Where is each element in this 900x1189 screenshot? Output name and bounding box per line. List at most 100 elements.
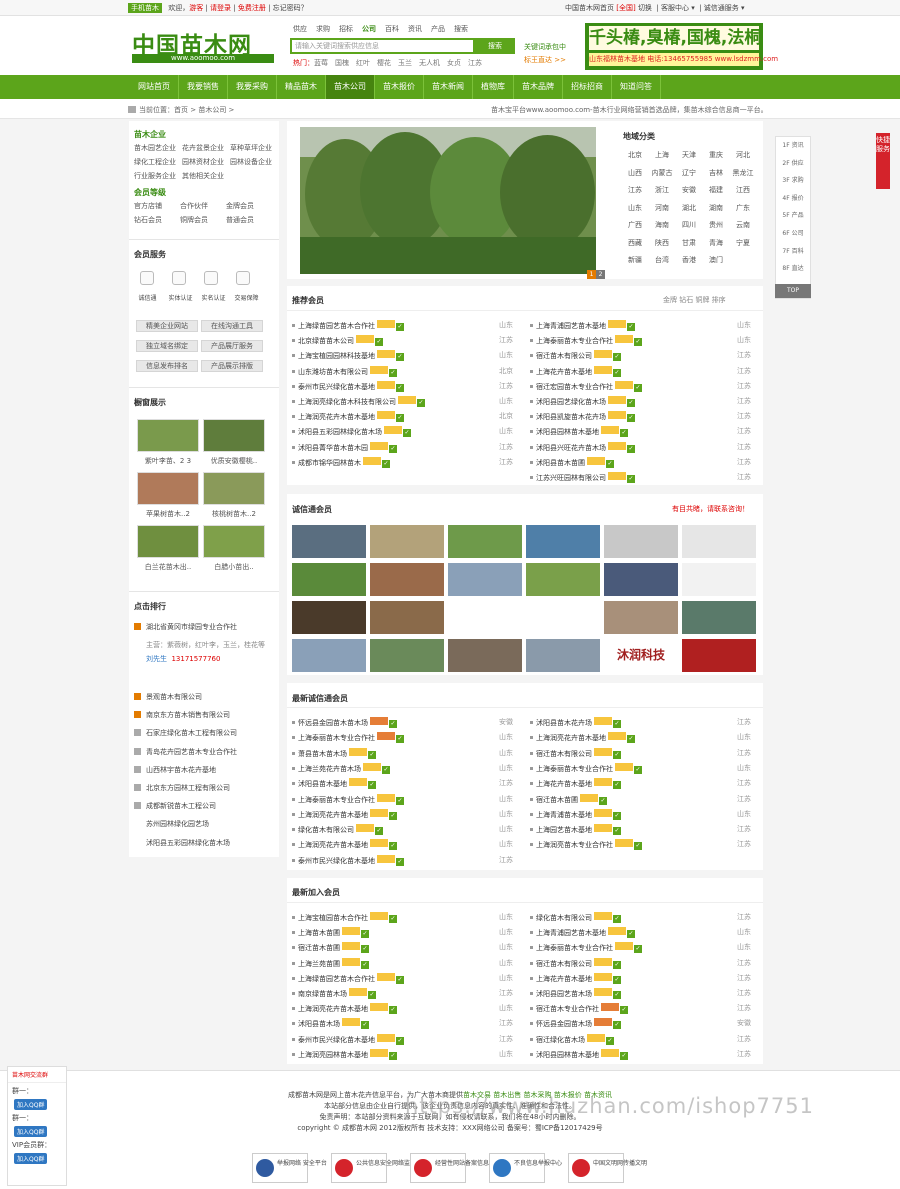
customer-center-menu[interactable]: 客服中心 ▾ [661,4,695,12]
member-name[interactable]: 上海兰苑花卉苗木场 [298,765,361,773]
member-row[interactable]: 上海绿苗园艺苗木合作社 ✓ [292,972,404,984]
member-row[interactable]: 宿迁绿化苗木场 ✓ [530,1033,614,1045]
member-photo[interactable] [292,563,366,596]
member-row[interactable]: 上海润亮花卉苗木基地 ✓ [530,732,635,744]
member-name[interactable]: 上海花卉苗木基地 [536,780,592,788]
search-button[interactable]: 搜索 [475,38,515,54]
member-name[interactable]: 上海青浦园艺苗木基地 [536,929,606,937]
forgot-password-link[interactable]: 忘记密码？ [273,4,308,12]
province-link[interactable]: 陕西 [649,238,675,248]
qq-join-button-3[interactable]: 加入QQ群 [14,1153,48,1164]
member-name[interactable]: 上海宝植园园林科技基地 [298,352,375,360]
login-link[interactable]: 请登录 [210,4,231,12]
hot-keyword[interactable]: 红叶 [356,59,370,67]
member-row[interactable]: 上海青浦苗木基地 ✓ [530,808,621,820]
rank-item[interactable]: 南京东方苗木销售有限公司 [134,710,230,720]
member-row[interactable]: 沭阳县苗木花卉场 ✓ [530,717,621,728]
showcase-image[interactable] [203,472,265,505]
province-link[interactable]: 香港 [676,255,702,265]
member-name[interactable]: 上海润亮花卉木苗木基地 [298,413,375,421]
member-photo[interactable] [682,525,756,558]
hero-image[interactable] [300,127,596,274]
member-name[interactable]: 沭阳县园林苗木基地 [536,428,599,436]
member-name[interactable]: 上海绿苗园艺苗木合作社 [298,975,375,983]
member-name[interactable]: 江苏兴旺园林有限公司 [536,474,606,482]
member-photo[interactable] [682,601,756,634]
province-link[interactable]: 辽宁 [676,168,702,178]
member-level-link[interactable]: 钻石会员 [134,213,174,227]
member-photo[interactable] [292,601,366,634]
member-row[interactable]: 上海宝植园苗木合作社 ✓ [292,912,397,923]
hot-keyword[interactable]: 女贞 [447,59,461,67]
member-name[interactable]: 宿迁宏园苗木专业合作社 [536,383,613,391]
member-row[interactable]: 宿迁宏园苗木专业合作社 ✓ [530,380,642,392]
province-link[interactable]: 湖北 [676,203,702,213]
header-ad-banner[interactable]: 千头椿,臭椿,国槐,法桐 山东福林苗木基地 电话:13465755985 www… [585,23,778,70]
member-row[interactable]: 宿迁苗木苗圃 ✓ [530,793,607,805]
search-tab[interactable]: 供应 [293,25,307,33]
site-home-link[interactable]: 中国苗木网首页 [565,4,614,12]
member-row[interactable]: 上海兰苑苗圃 ✓ [292,957,369,969]
member-row[interactable]: 上海泰丽苗木专业合作社 ✓ [530,335,642,347]
member-row[interactable]: 上海苗木苗圃 ✓ [292,927,369,939]
province-link[interactable]: 天津 [676,150,702,160]
member-row[interactable]: 沭阳县园艺苗木场 ✓ [530,988,621,999]
member-row[interactable]: 上海润亮园林苗木基地 ✓ [292,1048,397,1060]
province-link[interactable]: 四川 [676,220,702,230]
member-name[interactable]: 上海润亮花卉苗木基地 [536,734,606,742]
member-name[interactable]: 沭阳县凯旋苗木花卉场 [536,413,606,421]
nav-item[interactable]: 苗木新闻 [424,75,473,99]
crumb-home[interactable]: 首页 [174,106,188,114]
member-name[interactable]: 北京绿苗苗木公司 [298,337,354,345]
member-row[interactable]: 泰州市民兴绿化苗木基地 ✓ [292,854,404,866]
member-name[interactable]: 上海园艺苗木基地 [536,826,592,834]
member-name[interactable]: 上海润亮苗木专业合作社 [536,841,613,849]
member-row[interactable]: 萧县苗木苗木场 ✓ [292,747,376,759]
province-link[interactable]: 浙江 [649,185,675,195]
member-row[interactable]: 上海青浦园艺苗木基地 ✓ [530,927,635,939]
member-name[interactable]: 上海兰苑苗圃 [298,960,340,968]
floor-link[interactable]: 8F 直达 [776,260,810,278]
member-row[interactable]: 沭阳县菁华苗木苗木园 ✓ [292,441,397,453]
member-row[interactable]: 南京绿苗苗木场 ✓ [292,988,376,999]
hero-page-1[interactable]: 1 [587,270,596,279]
floor-link[interactable]: 4F 报价 [776,190,810,208]
member-row[interactable]: 沭阳县五彩园林绿化苗木场 ✓ [292,426,411,438]
member-name[interactable]: 上海花卉苗木基地 [536,368,592,376]
member-row[interactable]: 泰州市民兴绿化苗木基地 ✓ [292,380,404,392]
service-button[interactable]: 在线沟通工具 [201,320,263,332]
service-button[interactable]: 产品展示排版 [201,360,263,372]
province-link[interactable]: 山东 [622,203,648,213]
nav-item[interactable]: 苗木报价 [375,75,424,99]
mobile-link[interactable]: 手机苗木 [128,3,162,13]
company-link[interactable]: 绿化工程企业 [134,155,176,169]
member-photo[interactable]: 沐润科技 [604,639,678,672]
search-tab[interactable]: 搜索 [454,25,468,33]
member-photo[interactable] [370,563,444,596]
company-link[interactable]: 园林设备企业 [230,155,272,169]
member-row[interactable]: 上海兰苑花卉苗木场 ✓ [292,762,390,774]
showcase-caption[interactable]: 白兰花苗木出.. [135,562,201,572]
member-row[interactable]: 上海润亮花卉苗木基地 ✓ [292,808,397,820]
showcase-caption[interactable]: 优质安徽樱桃.. [201,456,267,466]
nav-item[interactable]: 苗木品牌 [514,75,563,99]
province-link[interactable]: 新疆 [622,255,648,265]
member-row[interactable]: 上海青浦园艺苗木基地 ✓ [530,320,635,331]
member-photo[interactable] [604,601,678,634]
service-button[interactable]: 独立域名绑定 [136,340,198,352]
member-name[interactable]: 沭阳县五彩园林绿化苗木场 [298,428,382,436]
member-photo[interactable] [292,639,366,672]
member-name[interactable]: 宿迁苗木苗圃 [298,944,340,952]
member-row[interactable]: 上海泰丽苗木专业合作社 ✓ [530,762,642,774]
member-level-link[interactable]: 铜牌会员 [180,213,220,227]
province-link[interactable]: 宁夏 [730,238,756,248]
province-link[interactable]: 湖南 [703,203,729,213]
showcase-image[interactable] [203,419,265,452]
province-link[interactable]: 江苏 [622,185,648,195]
province-link[interactable]: 广东 [730,203,756,213]
province-link[interactable]: 澳门 [703,255,729,265]
province-link[interactable]: 台湾 [649,255,675,265]
member-name[interactable]: 宿迁绿化苗木场 [536,1036,585,1044]
province-link[interactable]: 北京 [622,150,648,160]
showcase-caption[interactable]: 紫叶李苗、2 3 [135,456,201,466]
